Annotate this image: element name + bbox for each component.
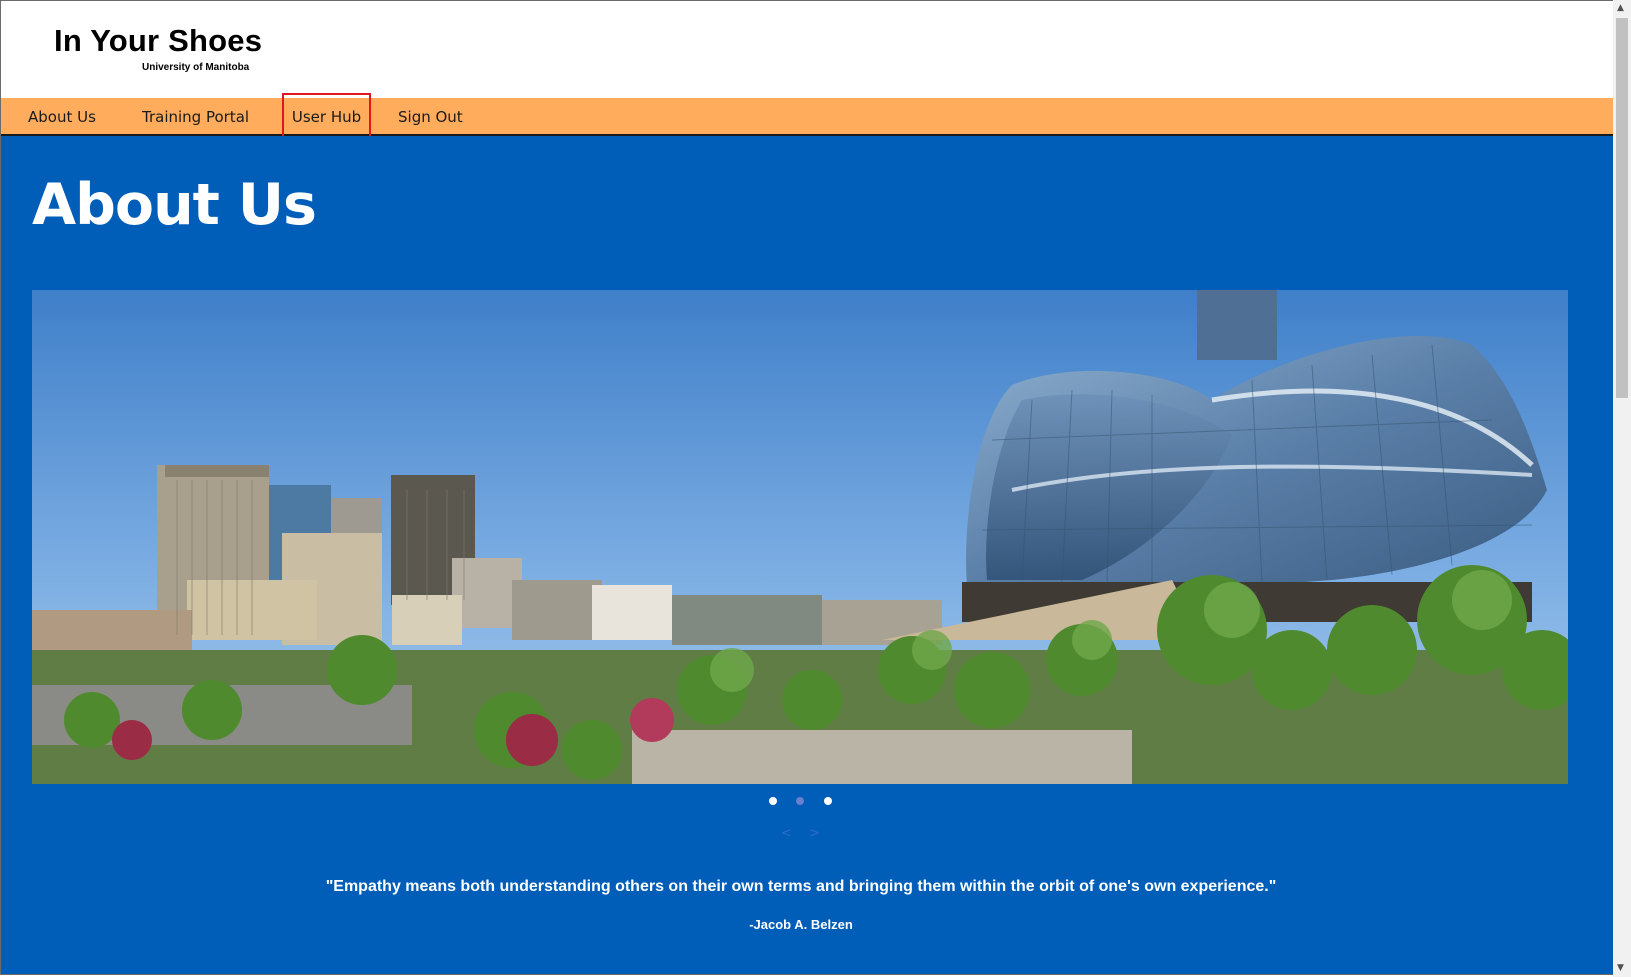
about-section: About Us < > "Empathy means both underst… — [1, 136, 1613, 974]
site-header: In Your Shoes University of Manitoba — [1, 1, 1613, 98]
empathy-quote: "Empathy means both understanding others… — [325, 878, 1277, 895]
nav-sign-out[interactable]: Sign Out — [398, 98, 463, 134]
page-title: About Us — [32, 172, 317, 238]
nav-user-hub[interactable]: User Hub — [282, 93, 371, 141]
nav-training-portal[interactable]: Training Portal — [142, 98, 249, 134]
chevron-down-icon[interactable]: ▼ — [1617, 963, 1624, 973]
hero-image — [32, 290, 1568, 784]
browser-viewport: In Your Shoes University of Manitoba Abo… — [0, 0, 1613, 975]
carousel-dot-1[interactable] — [769, 797, 777, 805]
chevron-up-icon[interactable]: ▲ — [1617, 3, 1624, 13]
site-title[interactable]: In Your Shoes — [54, 23, 262, 59]
main-nav: About Us Training Portal User Hub Sign O… — [1, 93, 1613, 141]
carousel-next-button[interactable]: > — [809, 826, 820, 841]
carousel-dot-3[interactable] — [824, 797, 832, 805]
nav-about-us[interactable]: About Us — [28, 98, 96, 134]
carousel-dot-2[interactable] — [796, 797, 804, 805]
site-subtitle: University of Manitoba — [142, 62, 250, 73]
vertical-scrollbar[interactable]: ▲ ▼ — [1613, 0, 1631, 977]
quote-author: -Jacob A. Belzen — [749, 917, 853, 932]
carousel-prev-button[interactable]: < — [781, 826, 792, 841]
scrollbar-thumb[interactable] — [1616, 18, 1628, 398]
